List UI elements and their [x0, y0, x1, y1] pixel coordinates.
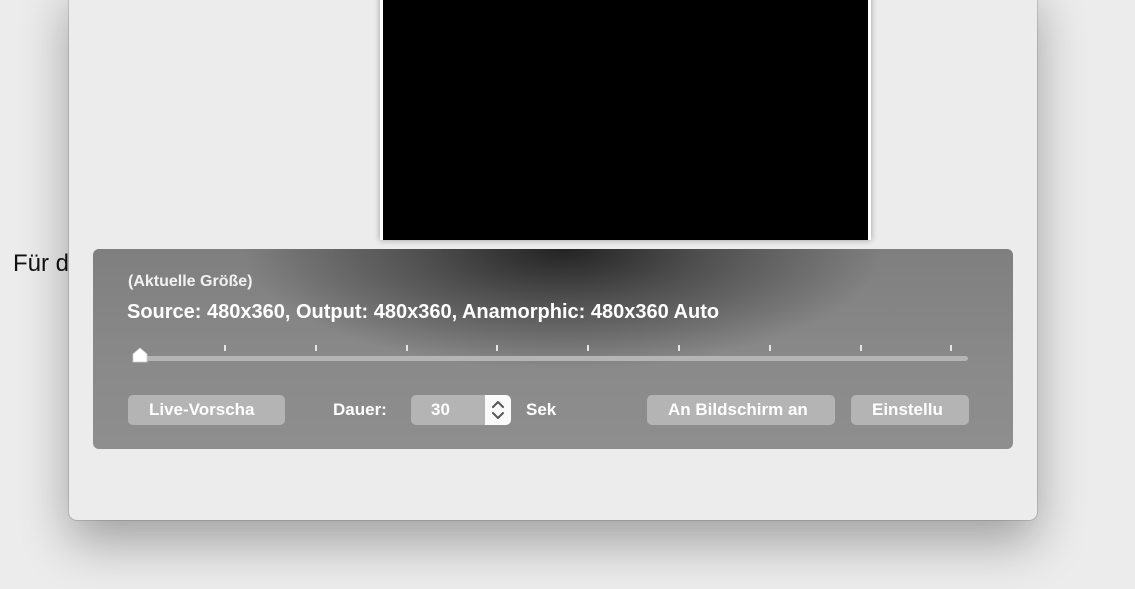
hud-title: Source: 480x360, Output: 480x360, Anamor…	[127, 301, 720, 323]
slider-track[interactable]	[133, 356, 968, 361]
duration-value[interactable]: 30	[431, 395, 481, 425]
slider-tick	[496, 345, 499, 351]
duration-stepper[interactable]: 30	[411, 395, 511, 425]
fit-to-screen-button[interactable]: An Bildschirm an	[647, 395, 835, 425]
screen: Für d (Aktuelle Größe) Source: 480x360, …	[0, 0, 1135, 589]
slider-tick	[678, 345, 680, 351]
slider-tick	[859, 345, 862, 351]
slider-tick	[587, 345, 590, 351]
slider-tick	[768, 345, 771, 351]
duration-unit: Sek	[526, 400, 557, 419]
preview-hud: (Aktuelle Größe) Source: 480x360, Output…	[93, 249, 1013, 449]
duration-label: Dauer:	[333, 400, 387, 419]
slider-tick	[314, 345, 317, 351]
slider-tick	[950, 345, 953, 351]
settings-button[interactable]: Einstellu	[851, 395, 969, 425]
slider-tick	[405, 345, 408, 351]
slider-knob-icon[interactable]	[131, 347, 149, 363]
preview-position-slider[interactable]	[131, 345, 968, 367]
live-preview-button[interactable]: Live-Vorscha	[128, 395, 285, 425]
video-preview	[380, 0, 871, 240]
stepper-arrows-icon[interactable]	[485, 395, 511, 425]
hud-subtitle: (Aktuelle Größe)	[128, 273, 253, 290]
slider-tick	[224, 345, 226, 351]
